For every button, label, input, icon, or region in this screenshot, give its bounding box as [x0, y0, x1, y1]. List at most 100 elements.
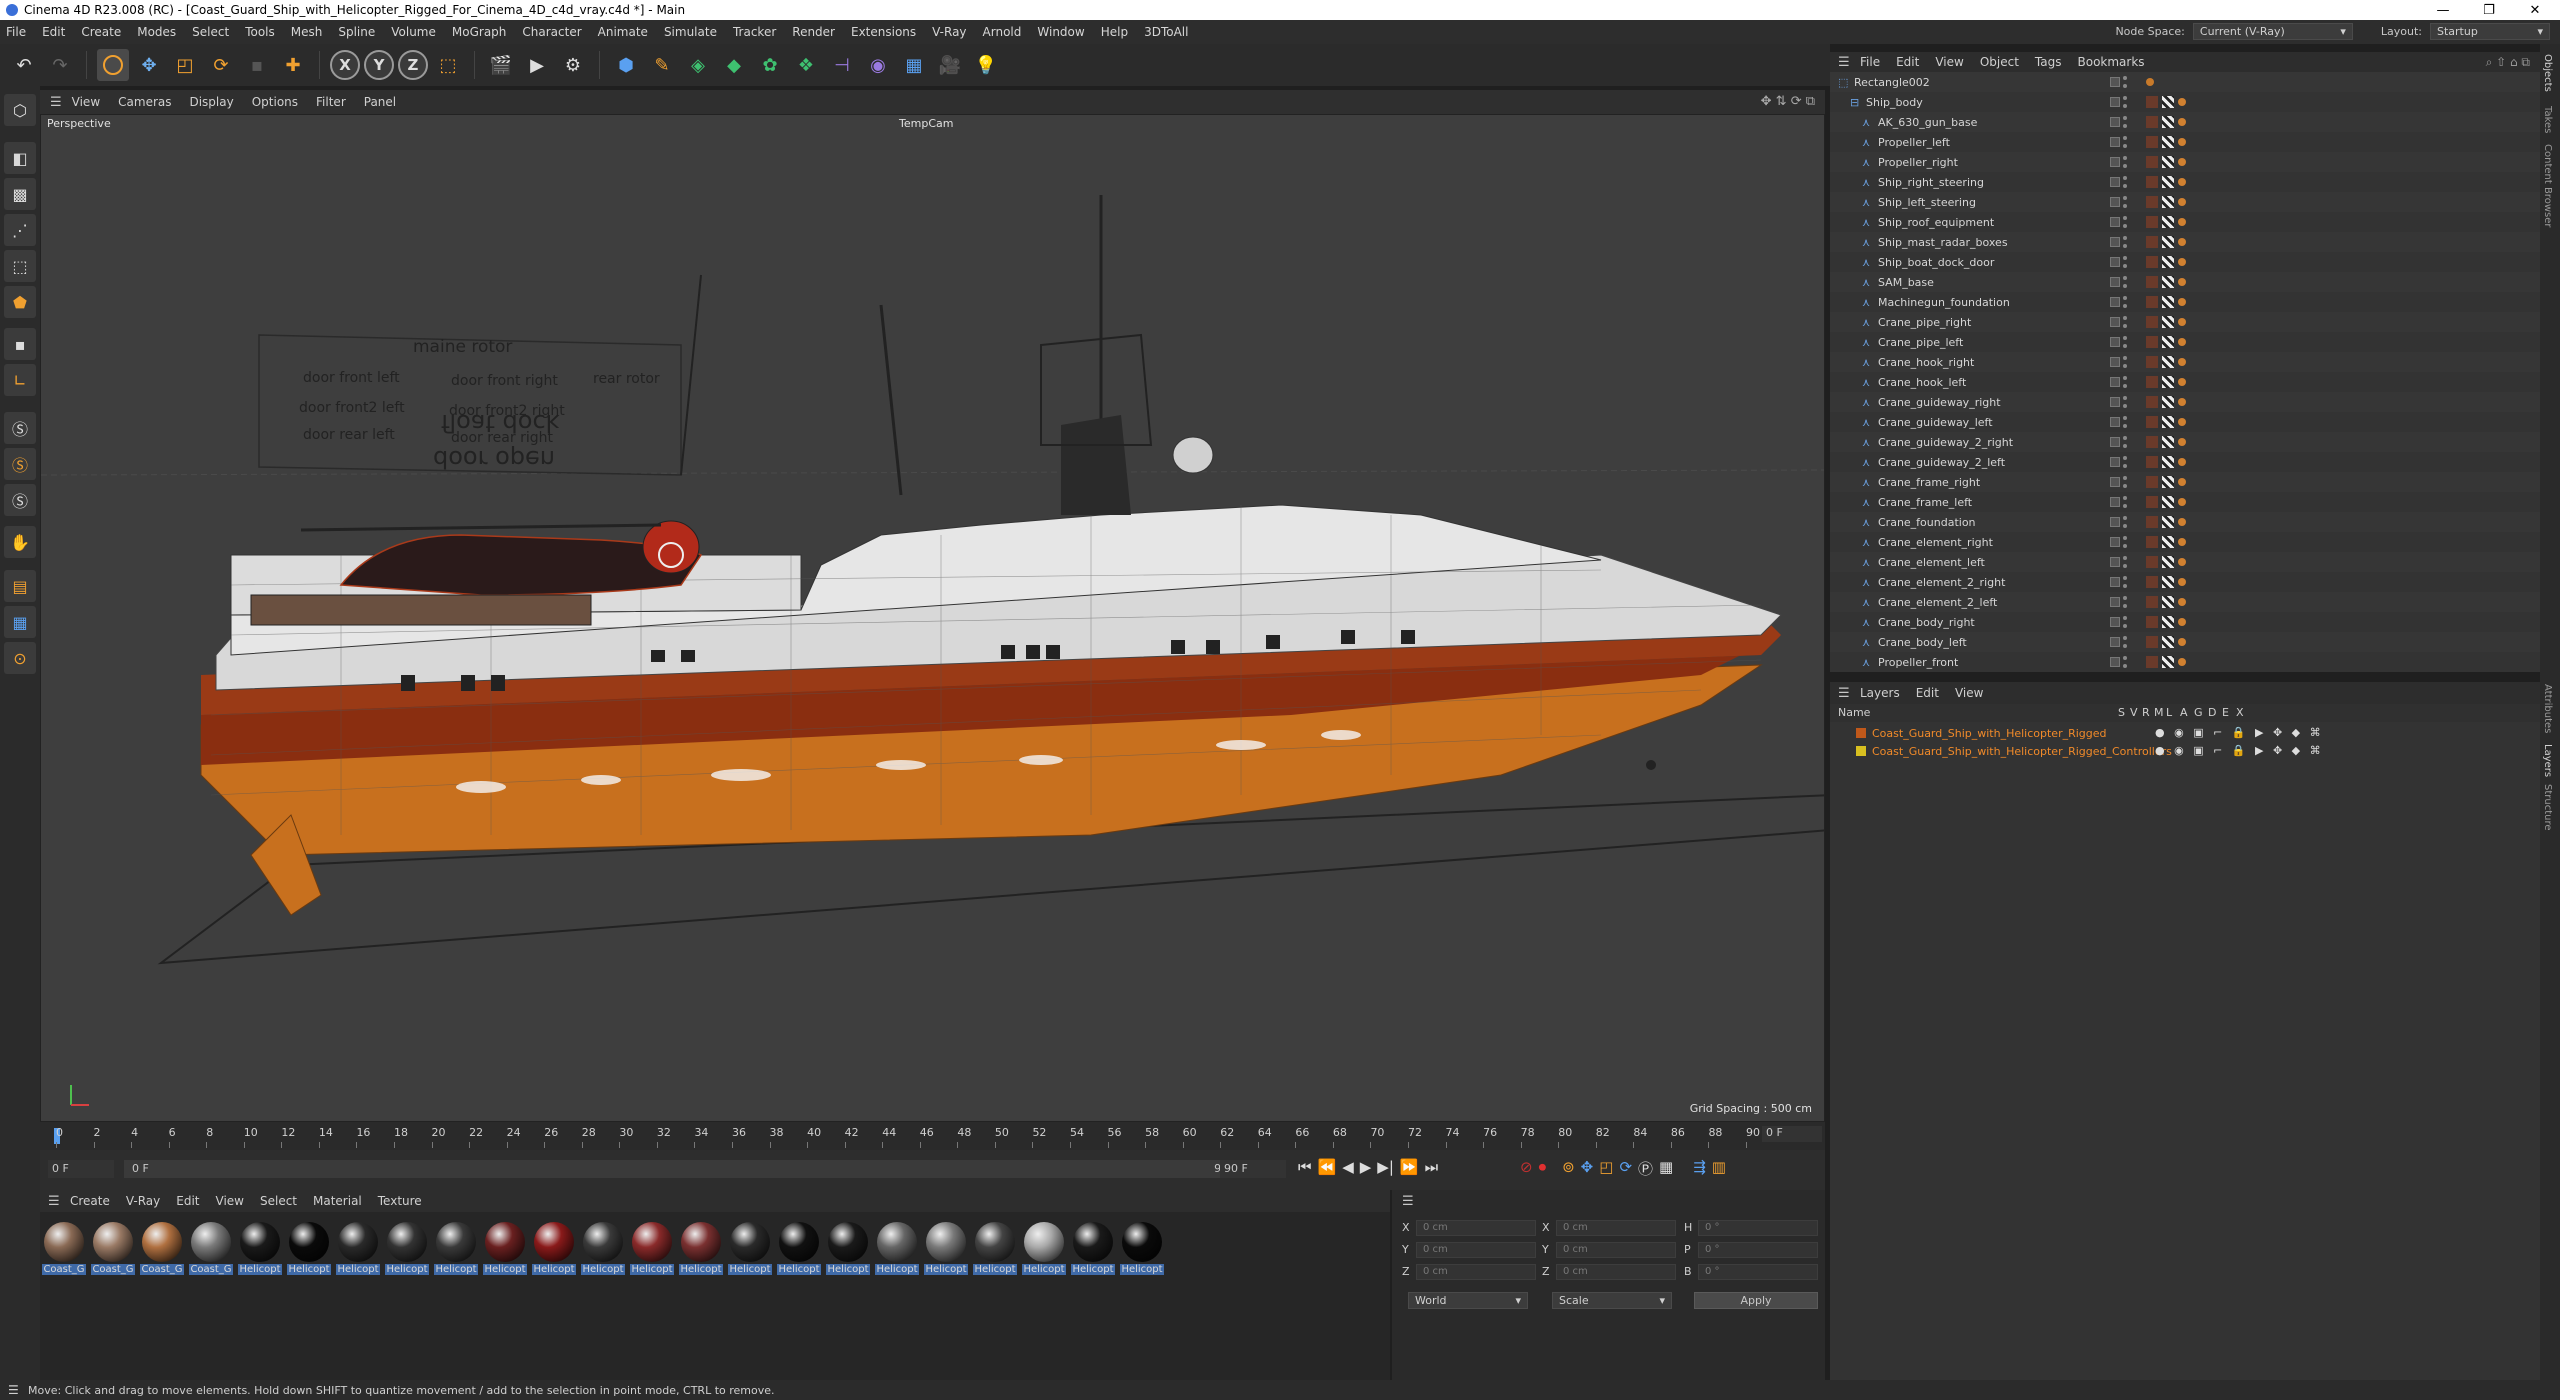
- object-row[interactable]: ⋏ Crane_hook_left: [1830, 372, 2540, 392]
- field-icon[interactable]: ◉: [862, 49, 894, 81]
- subdivision-icon[interactable]: ◈: [682, 49, 714, 81]
- object-row[interactable]: ⋏ Crane_element_left: [1830, 552, 2540, 572]
- layer-column-header[interactable]: M: [2154, 706, 2164, 719]
- layer-checkbox[interactable]: [2110, 477, 2120, 487]
- hamburger-icon[interactable]: ☰: [48, 1194, 60, 1209]
- cloner-icon[interactable]: ✿: [754, 49, 786, 81]
- texture-tag-icon[interactable]: [2162, 236, 2174, 248]
- coordinate-value-field[interactable]: 0 °: [1698, 1264, 1818, 1280]
- render-region-icon[interactable]: 🎬: [485, 49, 517, 81]
- material-tag-icon[interactable]: [2146, 656, 2158, 668]
- tab-content-browser[interactable]: Content Browser: [2542, 144, 2553, 227]
- menu-help[interactable]: Help: [1101, 25, 1128, 39]
- sculpt-icon[interactable]: Ⓢ: [4, 484, 36, 516]
- visibility-dots-icon[interactable]: [2123, 616, 2127, 628]
- texture-tag-icon[interactable]: [2162, 376, 2174, 388]
- object-row[interactable]: ⋏ Crane_foundation: [1830, 512, 2540, 532]
- layer-checkbox[interactable]: [2110, 457, 2120, 467]
- object-visibility-flags[interactable]: [2110, 136, 2127, 148]
- end-frame-field[interactable]: 90 F: [1220, 1160, 1286, 1178]
- material-swatch[interactable]: Helicopt: [336, 1218, 380, 1280]
- material-tag-icon[interactable]: [2146, 116, 2158, 128]
- node-space-dropdown[interactable]: Current (V-Ray) ▾: [2192, 23, 2353, 40]
- viewport-menu-display[interactable]: Display: [189, 95, 233, 109]
- lock-workplane-icon[interactable]: ▦: [4, 606, 36, 638]
- material-menu-create[interactable]: Create: [70, 1194, 110, 1208]
- layer-column-header[interactable]: D: [2208, 706, 2216, 719]
- menu-character[interactable]: Character: [522, 25, 581, 39]
- layer-color-swatch[interactable]: [1856, 728, 1866, 738]
- search-icon[interactable]: ⌕ ⇧ ⌂ ⧉: [2486, 55, 2530, 70]
- go-to-end-icon[interactable]: ⏭: [1425, 1158, 1439, 1176]
- visibility-dots-icon[interactable]: [2123, 516, 2127, 528]
- layer-menu-view[interactable]: View: [1955, 686, 1983, 700]
- constraint-tag-icon[interactable]: [2178, 438, 2186, 446]
- coordinate-value-field[interactable]: 0 cm: [1416, 1242, 1536, 1258]
- next-frame-icon[interactable]: ▶|: [1377, 1158, 1394, 1176]
- quantize-icon[interactable]: ⊙: [4, 642, 36, 674]
- tab-takes[interactable]: Takes: [2542, 106, 2553, 133]
- constraint-tag-icon[interactable]: [2178, 478, 2186, 486]
- constraint-tag-icon[interactable]: [2178, 398, 2186, 406]
- layer-row[interactable]: Coast_Guard_Ship_with_Helicopter_Rigged_…: [1830, 742, 2540, 760]
- record-icon[interactable]: ⏺: [1539, 1158, 1547, 1179]
- texture-tag-icon[interactable]: [2162, 176, 2174, 188]
- menu-create[interactable]: Create: [81, 25, 121, 39]
- visibility-dots-icon[interactable]: [2123, 376, 2127, 388]
- object-menu-object[interactable]: Object: [1980, 55, 2019, 69]
- visibility-dots-icon[interactable]: [2123, 256, 2127, 268]
- material-tag-icon[interactable]: [2146, 156, 2158, 168]
- object-visibility-flags[interactable]: [2110, 556, 2127, 568]
- minimize-button[interactable]: —: [2420, 0, 2466, 20]
- material-swatch[interactable]: Helicopt: [630, 1218, 674, 1280]
- current-frame-field[interactable]: 0 F: [1762, 1126, 1822, 1142]
- material-tag-icon[interactable]: [2146, 136, 2158, 148]
- layer-checkbox[interactable]: [2110, 317, 2120, 327]
- material-menu-edit[interactable]: Edit: [176, 1194, 199, 1208]
- model-mode-icon[interactable]: ◧: [4, 142, 36, 174]
- texture-tag-icon[interactable]: [2162, 616, 2174, 628]
- object-visibility-flags[interactable]: [2110, 376, 2127, 388]
- coordinate-system-button[interactable]: ⬚: [432, 49, 464, 81]
- layer-checkbox[interactable]: [2110, 657, 2120, 667]
- object-menu-view[interactable]: View: [1935, 55, 1963, 69]
- z-axis-lock-icon[interactable]: Z: [398, 50, 428, 80]
- tab-attributes[interactable]: Attributes: [2542, 684, 2553, 733]
- material-menu-material[interactable]: Material: [313, 1194, 362, 1208]
- material-tag-icon[interactable]: [2146, 356, 2158, 368]
- deformer-icon[interactable]: ⊣: [826, 49, 858, 81]
- material-tag-icon[interactable]: [2146, 596, 2158, 608]
- close-button[interactable]: ✕: [2512, 0, 2558, 20]
- material-tag-icon[interactable]: [2146, 96, 2158, 108]
- material-swatch[interactable]: Helicopt: [238, 1218, 282, 1280]
- material-tag-icon[interactable]: [2146, 336, 2158, 348]
- material-swatch[interactable]: Helicopt: [1071, 1218, 1115, 1280]
- constraint-tag-icon[interactable]: [2178, 238, 2186, 246]
- constraint-tag-icon[interactable]: [2178, 258, 2186, 266]
- viewport-nav-icons[interactable]: ✥ ⇅ ⟳ ⧉: [1761, 94, 1815, 109]
- visibility-dots-icon[interactable]: [2123, 96, 2127, 108]
- layer-checkbox[interactable]: [2110, 157, 2120, 167]
- previous-frame-icon[interactable]: ◀: [1342, 1158, 1354, 1176]
- select-tool-button[interactable]: [97, 49, 129, 81]
- material-swatch[interactable]: Helicopt: [434, 1218, 478, 1280]
- coordinate-mode-dropdown[interactable]: World ▾: [1408, 1292, 1528, 1309]
- layer-checkbox[interactable]: [2110, 297, 2120, 307]
- texture-tag-icon[interactable]: [2162, 216, 2174, 228]
- texture-tag-icon[interactable]: [2162, 256, 2174, 268]
- keyframe-selection-icon[interactable]: ⊚: [1562, 1158, 1575, 1179]
- layer-column-header[interactable]: V: [2130, 706, 2138, 719]
- make-editable-icon[interactable]: ⬡: [4, 94, 36, 126]
- workplane-icon[interactable]: ∟: [4, 364, 36, 396]
- restore-button[interactable]: ❐: [2466, 0, 2512, 20]
- visibility-dots-icon[interactable]: [2123, 636, 2127, 648]
- object-row[interactable]: ⋏ Crane_guideway_2_right: [1830, 432, 2540, 452]
- object-visibility-flags[interactable]: [2110, 616, 2127, 628]
- pen-icon[interactable]: ✎: [646, 49, 678, 81]
- layer-menu-layers[interactable]: Layers: [1860, 686, 1900, 700]
- viewport-menu-view[interactable]: View: [72, 95, 100, 109]
- visibility-dots-icon[interactable]: [2123, 416, 2127, 428]
- paint-icon[interactable]: ✋: [4, 526, 36, 558]
- fcurve-icon[interactable]: ▥: [1712, 1158, 1726, 1179]
- object-visibility-flags[interactable]: [2110, 256, 2127, 268]
